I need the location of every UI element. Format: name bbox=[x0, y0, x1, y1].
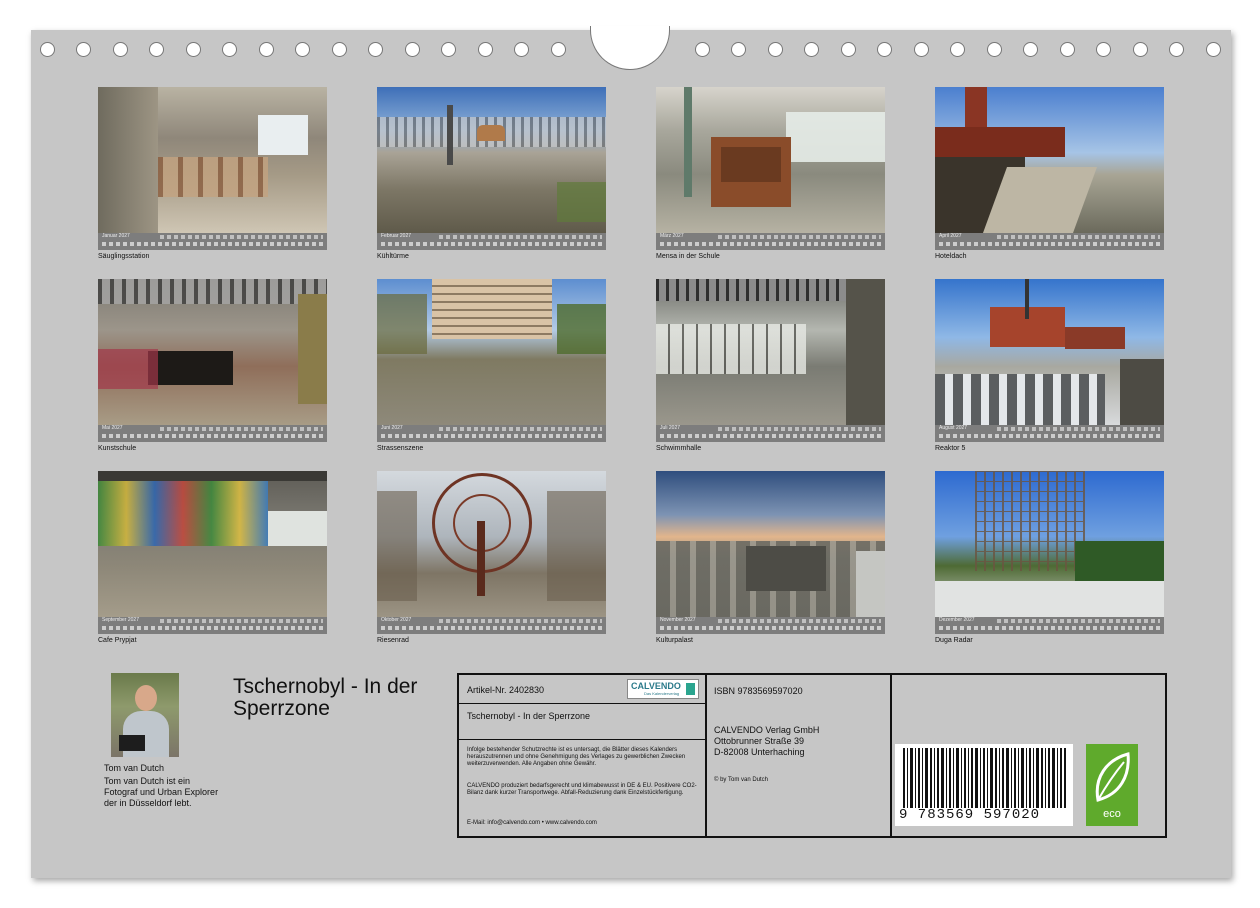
month-caption: Riesenrad bbox=[377, 637, 409, 644]
eco-label: eco bbox=[1103, 808, 1121, 820]
author-bio: Tom van Dutch ist ein Fotograf und Urban… bbox=[104, 776, 219, 808]
contact-info: E-Mail: info@calvendo.com • www.calvendo… bbox=[467, 820, 597, 826]
product-details: Artikel-Nr. 2402830 CALVENDO Das Kalende… bbox=[459, 675, 707, 836]
barcode-number: 9 783569 597020 bbox=[899, 807, 1041, 823]
photo-riesenrad bbox=[377, 471, 606, 617]
author-portrait bbox=[111, 673, 179, 757]
calendar-back-page: Januar 2027 Säuglingsstation Februar 202… bbox=[31, 26, 1231, 878]
photo-kulturpalast bbox=[656, 471, 885, 617]
isbn-barcode: 9 783569 597020 bbox=[895, 744, 1073, 826]
binding-holes bbox=[31, 26, 1231, 70]
month-caption: Strassenszene bbox=[377, 445, 424, 452]
hanger-cutout bbox=[590, 26, 670, 70]
month-caption: Schwimmhalle bbox=[656, 445, 702, 452]
photo-reaktor-5 bbox=[935, 279, 1164, 425]
isbn: ISBN 9783569597020 bbox=[714, 686, 803, 696]
photo-duga-radar bbox=[935, 471, 1164, 617]
month-caption: Hoteldach bbox=[935, 253, 967, 260]
photo-mensa bbox=[656, 87, 885, 233]
barcode-area: 9 783569 597020 eco bbox=[890, 675, 1165, 836]
article-number: Artikel-Nr. 2402830 bbox=[467, 685, 545, 695]
author-name: Tom van Dutch bbox=[104, 763, 165, 773]
month-caption: Cafe Prypjat bbox=[98, 637, 137, 644]
product-title: Tschernobyl - In der Sperrzone bbox=[467, 711, 591, 721]
month-caption: Duga Radar bbox=[935, 637, 973, 644]
publisher-address: CALVENDO Verlag GmbH Ottobrunner Straße … bbox=[714, 725, 820, 757]
copyright: © by Tom van Dutch bbox=[714, 777, 768, 783]
photo-saeuglingsstation bbox=[98, 87, 327, 233]
month-caption: Kunstschule bbox=[98, 445, 137, 452]
month-caption: Mensa in der Schule bbox=[656, 253, 720, 260]
month-caption: Säuglingsstation bbox=[98, 253, 150, 260]
photo-schwimmhalle bbox=[656, 279, 885, 425]
legal-notice: Infolge bestehender Schutzrechte ist es … bbox=[467, 747, 686, 767]
barcode-bars bbox=[903, 748, 1066, 808]
calvendo-logo: CALVENDO Das Kalenderverlag bbox=[627, 679, 699, 699]
publisher-details: ISBN 9783569597020 CALVENDO Verlag GmbH … bbox=[705, 675, 892, 836]
month-caption: Kulturpalast bbox=[656, 637, 693, 644]
month-caption: Reaktor 5 bbox=[935, 445, 966, 452]
eco-badge: eco bbox=[1086, 744, 1138, 826]
product-info-box: Artikel-Nr. 2402830 CALVENDO Das Kalende… bbox=[457, 673, 1167, 838]
photo-hoteldach bbox=[935, 87, 1164, 233]
photo-strassenszene bbox=[377, 279, 606, 425]
leaf-icon bbox=[1095, 752, 1130, 802]
photo-kuehltuerme bbox=[377, 87, 606, 233]
calendar-title: Tschernobyl - In der Sperrzone bbox=[233, 675, 418, 720]
month-caption: Kühltürme bbox=[377, 253, 409, 260]
eco-notice: CALVENDO produziert bedarfsgerecht und k… bbox=[467, 783, 697, 796]
photo-kunstschule bbox=[98, 279, 327, 425]
photo-cafe-prypjat bbox=[98, 471, 327, 617]
